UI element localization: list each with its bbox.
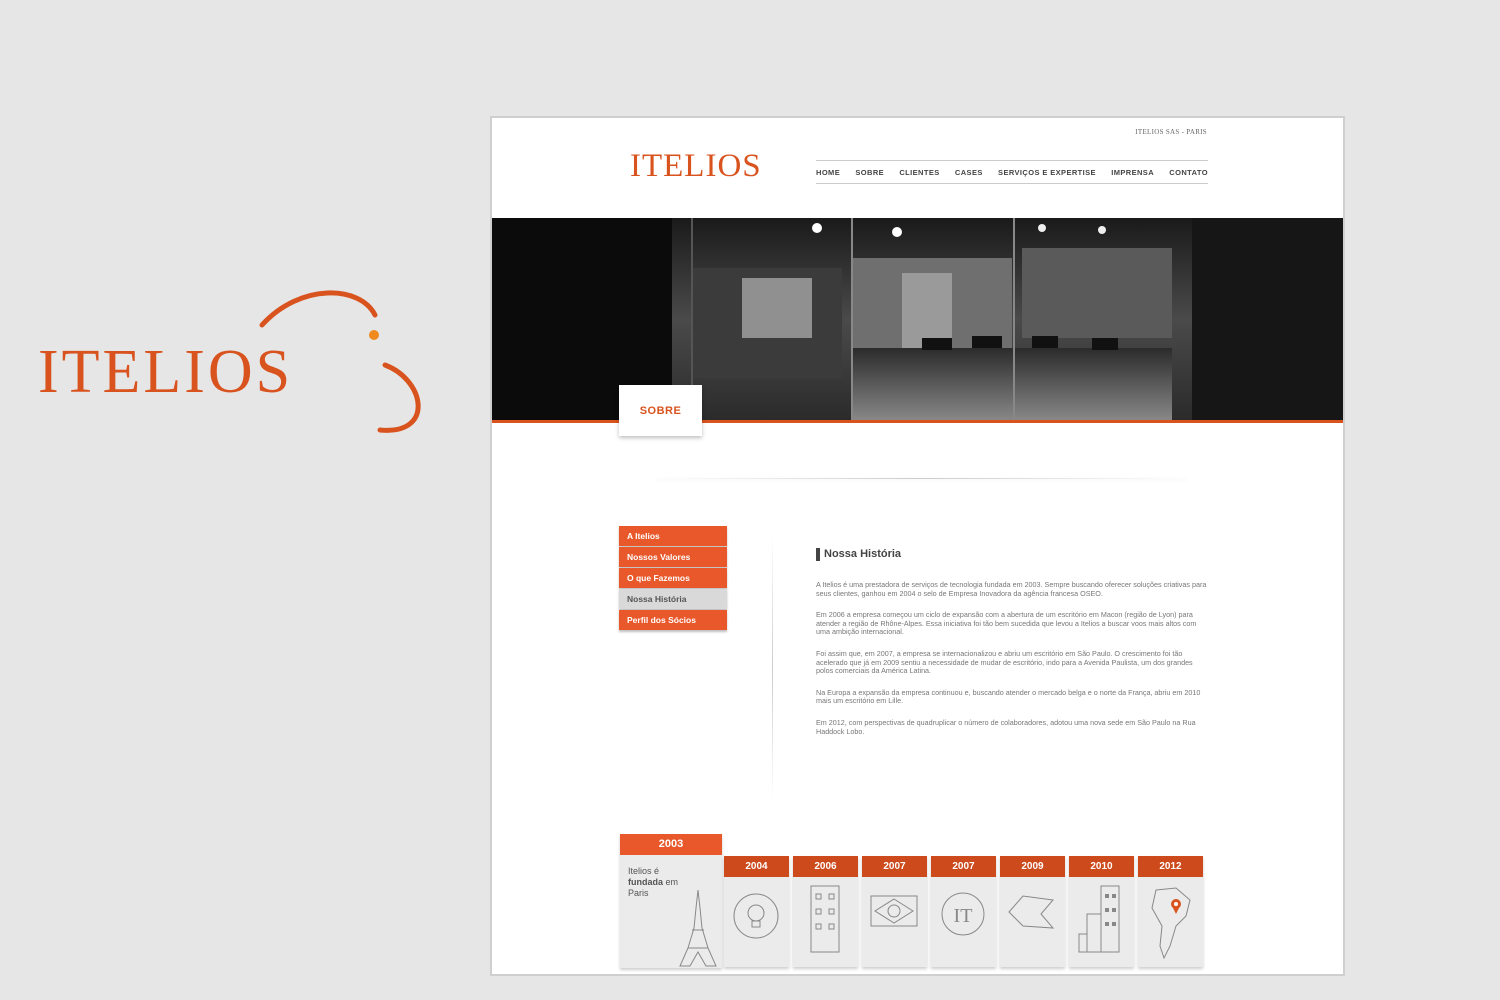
timeline-card-2006[interactable]: 2006 <box>793 856 858 967</box>
side-menu: A Itelios Nossos Valores O que Fazemos N… <box>619 526 727 631</box>
site-logo[interactable]: ITELIOS <box>630 148 762 185</box>
nav-cases[interactable]: CASES <box>955 168 983 177</box>
timeline-card-2010[interactable]: 2010 <box>1069 856 1134 967</box>
section-tab-sobre: SOBRE <box>619 385 702 436</box>
itelios-logo-large: ITELIOS <box>30 285 440 445</box>
logo-wordmark: ITELIOS <box>38 338 294 406</box>
timeline-card-2003[interactable]: 2003 Itelios é fundada em Paris <box>620 834 722 968</box>
timeline-card-2012[interactable]: 2012 <box>1138 856 1203 967</box>
vertical-divider <box>772 536 773 802</box>
nav-sobre[interactable]: SOBRE <box>855 168 884 177</box>
timeline-card-2009[interactable]: 2009 <box>1000 856 1065 967</box>
it-logo-icon: IT <box>941 892 985 936</box>
brazil-flag-icon <box>870 895 918 927</box>
svg-text:IT: IT <box>954 905 973 927</box>
paragraph: Em 2006 a empresa começou um ciclo de ex… <box>816 610 1197 637</box>
paragraph: A Itelios é uma prestadora de serviços d… <box>816 580 1207 598</box>
content-title: Nossa História <box>816 548 1208 561</box>
timeline-year: 2003 <box>620 834 722 855</box>
divider <box>657 478 1187 479</box>
city-icon <box>1078 885 1120 953</box>
side-menu-perfil-socios[interactable]: Perfil dos Sócios <box>619 610 727 630</box>
nav-clientes[interactable]: CLIENTES <box>899 168 939 177</box>
eiffel-tower-icon <box>679 889 717 967</box>
paragraph: Na Europa a expansão da empresa continuo… <box>816 687 1201 706</box>
timeline-card-2007-brazil[interactable]: 2007 <box>862 856 927 967</box>
nav-imprensa[interactable]: IMPRENSA <box>1111 168 1154 177</box>
paragraph: Em 2012, com perspectivas de quadruplica… <box>816 717 1196 736</box>
side-menu-o-que-fazemos[interactable]: O que Fazemos <box>619 568 727 588</box>
timeline: 2003 Itelios é fundada em Paris 2004 200… <box>620 834 1210 974</box>
topline-location: ITELIOS SAS - PARIS <box>1135 128 1207 136</box>
map-shape-icon <box>1008 895 1055 929</box>
nav-contato[interactable]: CONTATO <box>1169 168 1208 177</box>
timeline-card-2004[interactable]: 2004 <box>724 856 789 967</box>
side-menu-a-itelios[interactable]: A Itelios <box>619 526 727 546</box>
paragraph: Foi assim que, em 2007, a empresa se int… <box>816 648 1193 676</box>
main-nav: HOME SOBRE CLIENTES CASES SERVIÇOS E EXP… <box>816 160 1208 184</box>
nav-servicos[interactable]: SERVIÇOS E EXPERTISE <box>998 168 1096 177</box>
nav-home[interactable]: HOME <box>816 168 840 177</box>
building-icon <box>810 885 840 953</box>
website-mockup: ITELIOS SAS - PARIS ITELIOS HOME SOBRE C… <box>490 116 1345 976</box>
south-america-pin-icon <box>1151 887 1191 960</box>
side-menu-nossos-valores[interactable]: Nossos Valores <box>619 547 727 567</box>
side-menu-nossa-historia[interactable]: Nossa História <box>619 589 727 609</box>
content-area: Nossa História A Itelios é uma prestador… <box>816 548 1208 749</box>
timeline-card-2007-it[interactable]: 2007 IT <box>931 856 996 967</box>
lightbulb-icon <box>733 893 779 939</box>
